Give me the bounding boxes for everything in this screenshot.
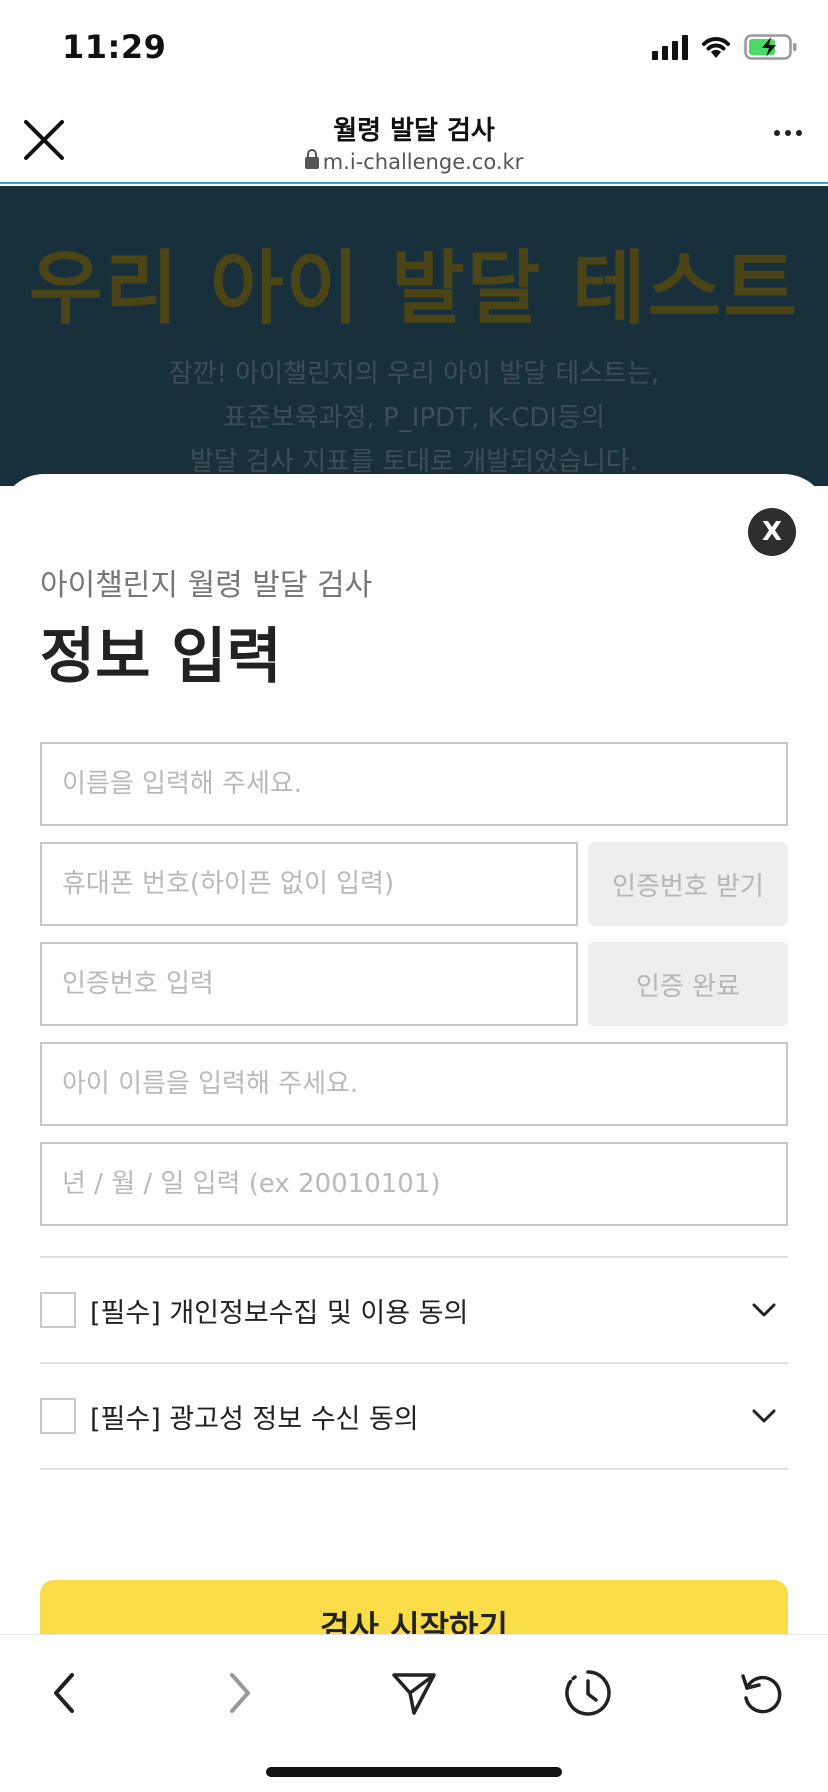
phone-field (40, 842, 578, 926)
chevron-left-icon (54, 1673, 74, 1713)
birth-date-input[interactable] (42, 1144, 786, 1224)
child-name-input[interactable] (42, 1044, 786, 1124)
wifi-icon (702, 37, 730, 58)
info-input-sheet: X 아이챌린지 월령 발달 검사 정보 입력 인증번호 받기 인증 완료 [필수… (0, 474, 828, 1634)
background-page: 우리 아이 발달 테스트 잠깐! 아이챌린지의 우리 아이 발달 테스트는, 표… (0, 186, 828, 486)
consent-ads-label: [필수] 광고성 정보 수신 동의 (90, 1403, 419, 1435)
send-icon (392, 1673, 436, 1715)
consent-privacy-checkbox[interactable] (40, 1292, 76, 1328)
chevron-down-icon[interactable] (750, 1296, 778, 1324)
background-headline: 우리 아이 발달 테스트 (29, 242, 799, 335)
lock-icon (304, 149, 319, 169)
browser-header: 월령 발달 검사 m.i-challenge.co.kr (0, 100, 828, 184)
birth-date-field (40, 1142, 788, 1226)
sheet-title: 정보 입력 (40, 622, 282, 692)
home-indicator (266, 1767, 562, 1777)
code-input[interactable] (42, 944, 576, 1024)
consent-privacy-label: [필수] 개인정보수집 및 이용 동의 (90, 1297, 469, 1329)
cellular-signal-icon (652, 34, 688, 60)
consent-ads-checkbox[interactable] (40, 1398, 76, 1434)
status-bar: 11:29 (0, 0, 828, 100)
name-field (40, 742, 788, 826)
phone-input[interactable] (42, 844, 576, 924)
background-desc-line: 표준보육과정, P_IPDT, K-CDI등의 (223, 403, 605, 433)
sheet-subtitle: 아이챌린지 월령 발달 검사 (40, 568, 373, 603)
page-title: 월령 발달 검사 (333, 116, 495, 146)
status-time: 11:29 (62, 28, 167, 66)
status-icons (652, 34, 798, 60)
name-input[interactable] (42, 744, 786, 824)
chevron-right-icon (230, 1673, 250, 1713)
history-button[interactable] (558, 1663, 618, 1723)
background-desc-line: 잠깐! 아이챌린지의 우리 아이 발달 테스트는, (168, 359, 660, 389)
verify-button[interactable]: 인증 완료 (588, 942, 788, 1026)
consent-ads-row[interactable]: [필수] 광고성 정보 수신 동의 (40, 1364, 788, 1468)
get-code-button[interactable]: 인증번호 받기 (588, 842, 788, 926)
share-button[interactable] (384, 1663, 444, 1723)
browser-toolbar (0, 1634, 828, 1792)
history-icon (565, 1670, 611, 1716)
background-description: 잠깐! 아이챌린지의 우리 아이 발달 테스트는, 표준보육과정, P_IPDT… (0, 352, 828, 484)
back-button[interactable] (34, 1663, 94, 1723)
reload-icon (741, 1674, 782, 1714)
reload-button[interactable] (732, 1663, 792, 1723)
page-url-text: m.i-challenge.co.kr (322, 150, 524, 174)
page-url: m.i-challenge.co.kr (0, 149, 828, 174)
sheet-close-button[interactable]: X (748, 508, 796, 556)
battery-charging-icon (744, 34, 797, 60)
divider (40, 1468, 788, 1470)
start-test-button[interactable]: 검사 시작하기 (40, 1580, 788, 1634)
chevron-down-icon[interactable] (750, 1402, 778, 1430)
more-options-icon[interactable] (774, 130, 802, 136)
consent-privacy-row[interactable]: [필수] 개인정보수집 및 이용 동의 (40, 1258, 788, 1362)
forward-button[interactable] (210, 1663, 270, 1723)
code-field (40, 942, 578, 1026)
child-name-field (40, 1042, 788, 1126)
